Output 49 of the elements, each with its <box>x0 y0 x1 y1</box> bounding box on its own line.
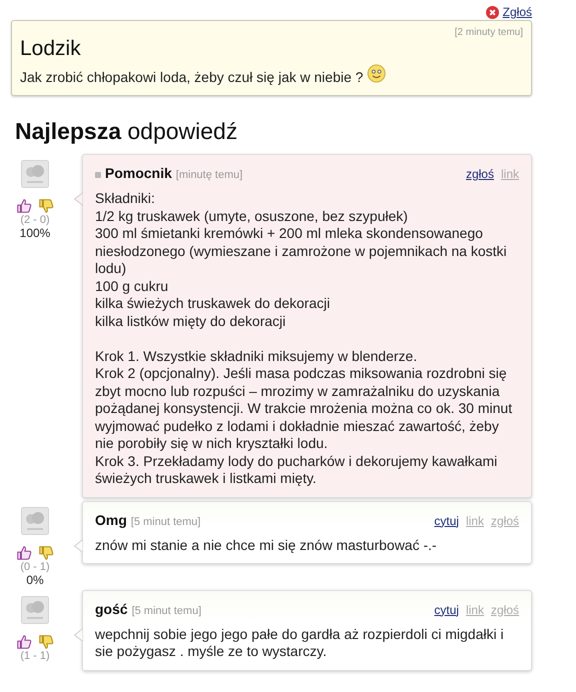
avatar-icon <box>21 160 49 188</box>
speech-tail <box>74 538 83 552</box>
timestamp: [5 minut temu] <box>132 604 202 616</box>
answer-text: Składniki: <box>95 190 156 208</box>
action-link[interactable]: link <box>466 514 484 528</box>
timestamp: [5 minut temu] <box>130 516 201 528</box>
thumbs-down-icon[interactable] <box>38 198 54 214</box>
answer-text: 300 ml śmietanki kremówki + 200 ml mleka skondensowanego niesłodzonego (wymieszane i zamrożone w pojemnikach na kostki lodu) <box>95 225 508 278</box>
answer-text: Krok 2 (opcjonalny). Jeśli masa podczas miksowania rozdrobni się zbyt mocno lub rozpuści – mrozimy w zamrażalniku do uzyskania pożądanej konsystencji. W trakcie mrożenia można co ok. 30 minut wyjmować pudełko z lodami i dokładnie mieszać zawartość, żeby nie porobiły się w nich kryształki lodu. <box>95 365 514 452</box>
thumbs-up-icon[interactable] <box>16 544 32 560</box>
vote-count: (2 - 0) <box>20 214 50 226</box>
answer-text: 1/2 kg truskawek (umyte, osuszone, bez szypułek) <box>95 208 409 225</box>
question-author: Lodzik <box>20 37 81 61</box>
action-link[interactable]: zgłoś <box>466 167 494 181</box>
action-link[interactable]: link <box>500 167 519 181</box>
timestamp: [2 minuty temu] <box>454 27 523 38</box>
answer-text: znów mi stanie a nie chce mi się znów masturbować -.- <box>95 536 438 554</box>
thumbs-down-icon[interactable] <box>38 544 54 560</box>
action-link[interactable]: cytuj <box>434 514 459 528</box>
action-link[interactable]: zgłoś <box>490 602 519 616</box>
timestamp: [minutę temu] <box>176 169 243 181</box>
vote-percent: 0% <box>26 572 44 586</box>
report-link[interactable]: Zgłoś <box>502 5 532 19</box>
answer-text: kilka listków mięty do dekoracji <box>95 312 287 330</box>
action-link[interactable]: zgłoś <box>490 514 519 528</box>
avatar-icon <box>21 506 49 534</box>
close-icon <box>486 6 499 18</box>
vote-count: (0 - 1) <box>20 560 50 572</box>
bullet-icon <box>95 172 101 178</box>
answer-author: gość <box>95 600 128 616</box>
vote-percent: 100% <box>20 226 50 240</box>
action-link[interactable]: cytuj <box>434 602 459 616</box>
answer-text: wepchnij sobie jego jego pałe do gardła aż rozpierdoli ci migdałki i sie pożygasz . myśle ze to wystarczy. <box>95 626 505 660</box>
answer-text: kilka świeżych truskawek do dekoracji <box>95 295 331 312</box>
vote-count: (1 - 1) <box>20 650 50 662</box>
thumbs-down-icon[interactable] <box>38 634 54 650</box>
answer-text: Krok 3. Przekładamy lody do pucharków i dekorujemy kawałkami świeżych truskawek i listkami mięty. <box>95 452 498 488</box>
section-heading: Najlepsza odpowiedź <box>15 118 238 145</box>
avatar-icon <box>21 596 49 624</box>
action-link[interactable]: link <box>466 602 484 616</box>
answer-text: Krok 1. Wszystkie składniki miksujemy w blenderze. <box>95 348 418 365</box>
thumbs-up-icon[interactable] <box>16 634 32 650</box>
thumbs-up-icon[interactable] <box>16 198 32 214</box>
answer-author: Pomocnik <box>105 165 172 181</box>
question-text: Jak zrobić chłopakowi loda, żeby czuł się jak w niebie ? <box>20 69 364 85</box>
smiley-icon <box>367 64 386 82</box>
speech-tail <box>74 628 83 642</box>
answer-author: Omg <box>95 512 127 528</box>
answer-text: 100 g cukru <box>95 278 170 295</box>
